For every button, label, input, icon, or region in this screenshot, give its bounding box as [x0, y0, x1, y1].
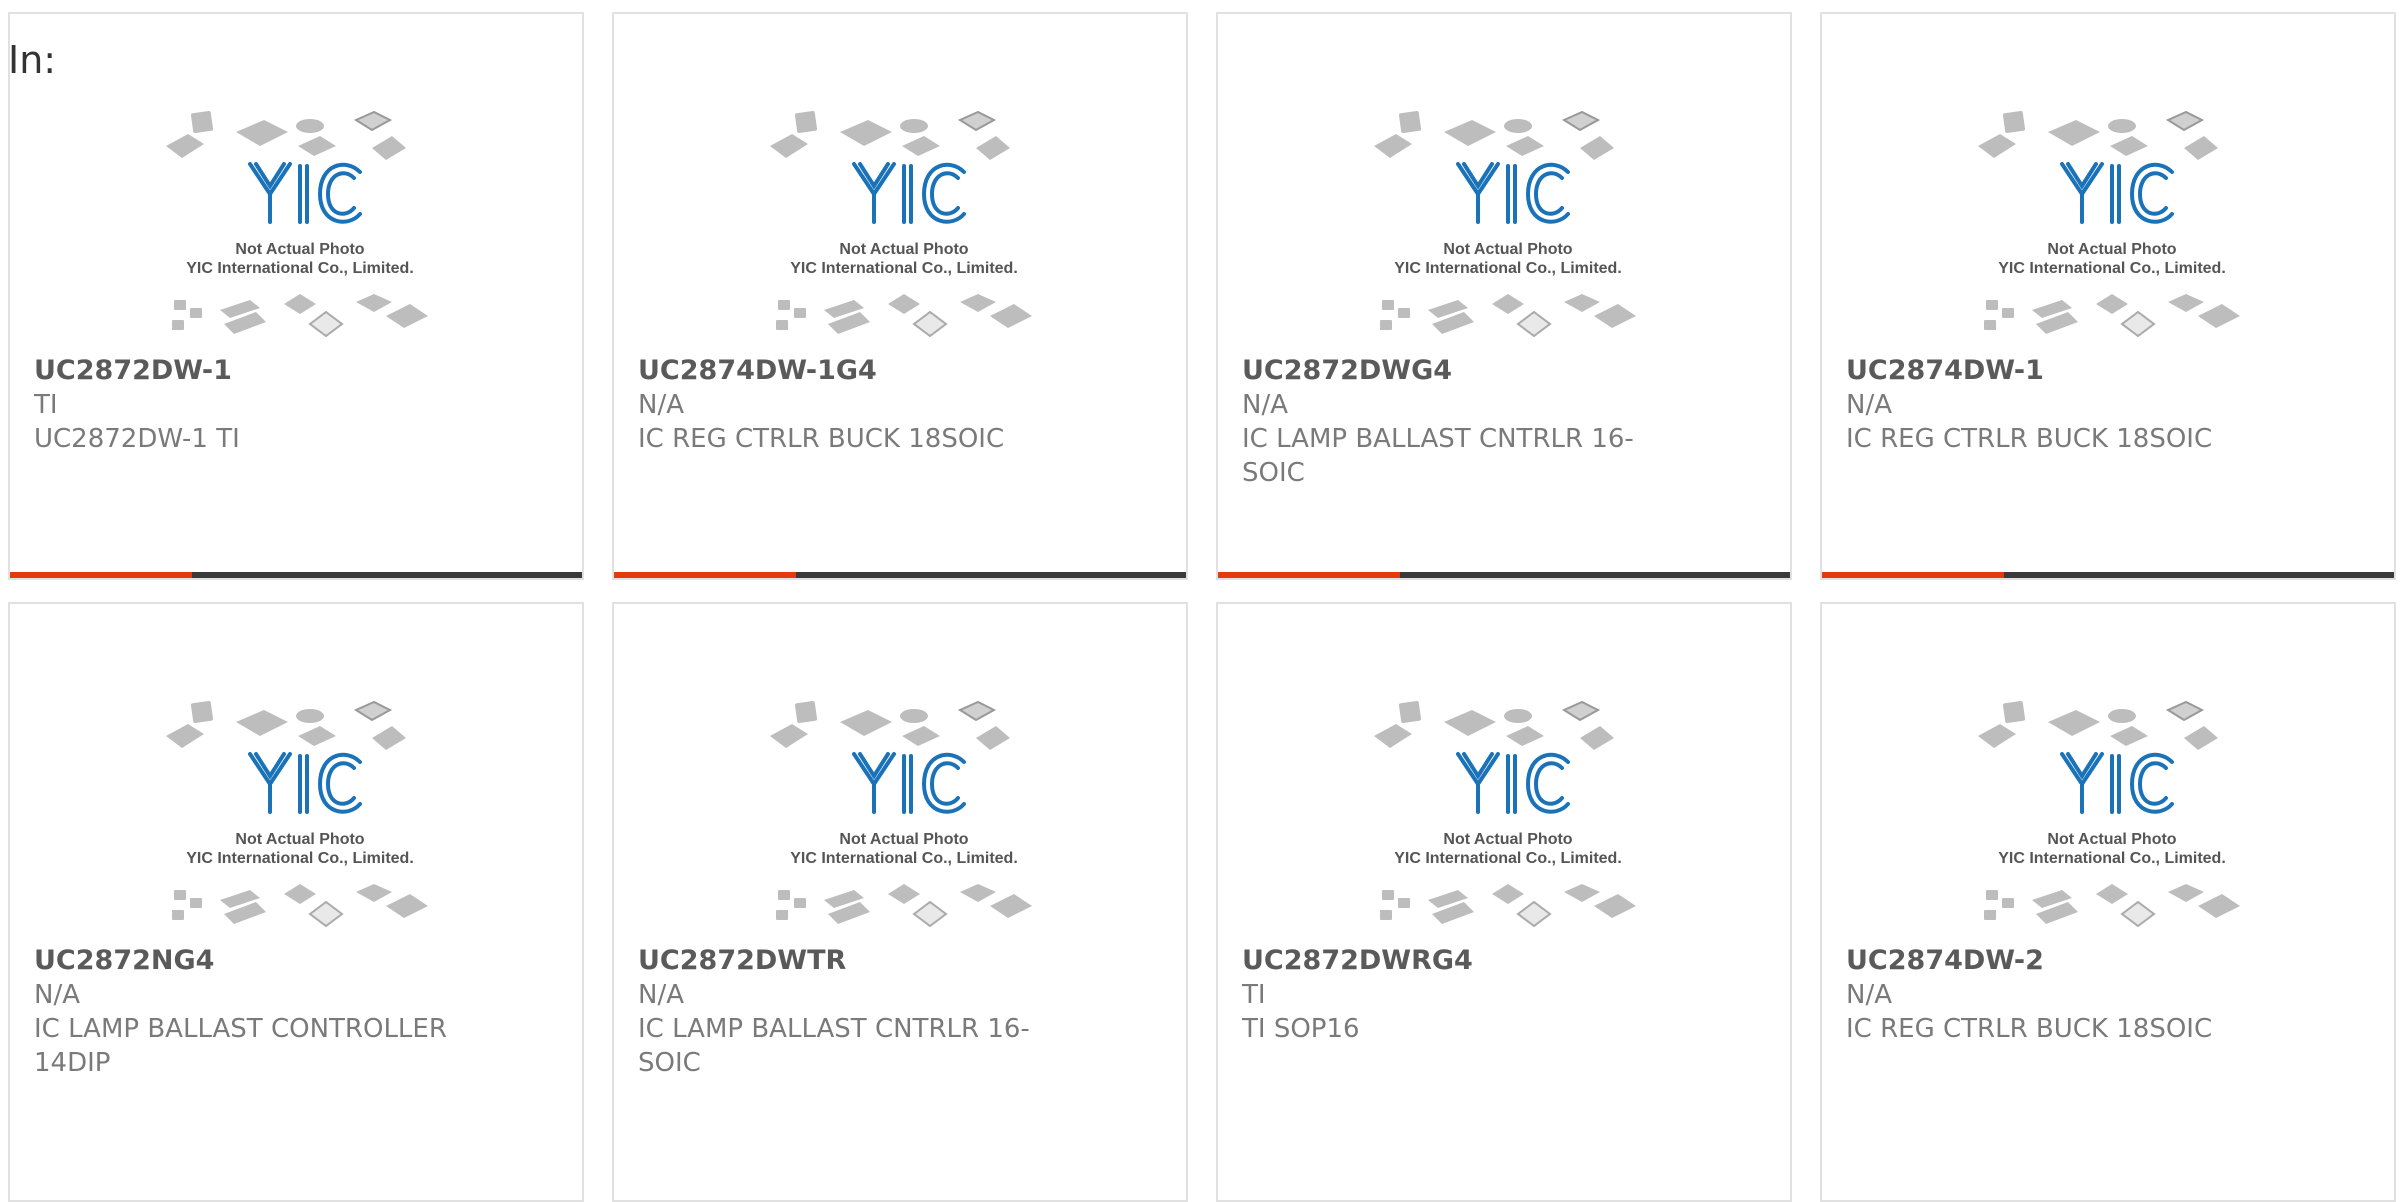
product-info: UC2874DW-2 N/A IC REG CTRLR BUCK 18SOIC — [1846, 944, 2266, 1046]
product-info: UC2872NG4 N/A IC LAMP BALLAST CONTROLLER… — [34, 944, 454, 1080]
manufacturer: TI — [1242, 980, 1266, 1010]
card-accent-bar — [10, 572, 192, 578]
product-image-placeholder[interactable]: Not Actual Photo YIC International Co., … — [160, 102, 440, 362]
placeholder-line2: YIC International Co., Limited. — [790, 260, 1018, 277]
placeholder-line2: YIC International Co., Limited. — [1998, 260, 2226, 277]
card-bottom-bar — [614, 572, 1186, 578]
product-image-placeholder[interactable]: Not Actual Photo YIC International Co., … — [764, 692, 1044, 952]
placeholder-line2: YIC International Co., Limited. — [1394, 260, 1622, 277]
product-info: UC2872DWG4 N/A IC LAMP BALLAST CNTRLR 16… — [1242, 354, 1662, 490]
part-number[interactable]: UC2872DWRG4 — [1242, 944, 1662, 978]
part-number[interactable]: UC2874DW-1G4 — [638, 354, 1058, 388]
placeholder-line1: Not Actual Photo — [1443, 241, 1572, 258]
placeholder-line1: Not Actual Photo — [2047, 241, 2176, 258]
placeholder-line1: Not Actual Photo — [235, 241, 364, 258]
card-bottom-bar — [1822, 572, 2394, 578]
placeholder-line2: YIC International Co., Limited. — [1394, 850, 1622, 867]
placeholder-line2: YIC International Co., Limited. — [790, 850, 1018, 867]
card-bottom-bar — [1218, 572, 1790, 578]
placeholder-line2: YIC International Co., Limited. — [186, 850, 414, 867]
product-card[interactable]: Not Actual Photo YIC International Co., … — [612, 12, 1188, 580]
product-info: UC2872DW-1 TI UC2872DW-1 TI — [34, 354, 454, 456]
description: IC LAMP BALLAST CNTRLR 16-SOIC — [638, 1014, 1030, 1078]
description: IC LAMP BALLAST CNTRLR 16-SOIC — [1242, 424, 1634, 488]
manufacturer: N/A — [638, 390, 684, 420]
manufacturer: N/A — [638, 980, 684, 1010]
product-image-placeholder[interactable]: Not Actual Photo YIC International Co., … — [160, 692, 440, 952]
product-card[interactable]: Not Actual Photo YIC International Co., … — [1216, 602, 1792, 1202]
product-image-placeholder[interactable]: Not Actual Photo YIC International Co., … — [764, 102, 1044, 362]
card-bottom-bar — [10, 572, 582, 578]
filter-label: In: — [8, 38, 57, 82]
product-card[interactable]: Not Actual Photo YIC International Co., … — [8, 602, 584, 1202]
product-card[interactable]: Not Actual Photo YIC International Co., … — [1216, 12, 1792, 580]
manufacturer: TI — [34, 390, 58, 420]
description: UC2872DW-1 TI — [34, 424, 240, 454]
part-number[interactable]: UC2874DW-2 — [1846, 944, 2266, 978]
manufacturer: N/A — [1846, 980, 1892, 1010]
manufacturer: N/A — [1846, 390, 1892, 420]
part-number[interactable]: UC2872NG4 — [34, 944, 454, 978]
product-image-placeholder[interactable]: Not Actual Photo YIC International Co., … — [1972, 692, 2252, 952]
manufacturer: N/A — [1242, 390, 1288, 420]
manufacturer: N/A — [34, 980, 80, 1010]
card-accent-bar — [614, 572, 796, 578]
product-info: UC2872DWTR N/A IC LAMP BALLAST CNTRLR 16… — [638, 944, 1058, 1080]
product-image-placeholder[interactable]: Not Actual Photo YIC International Co., … — [1368, 692, 1648, 952]
description: IC LAMP BALLAST CONTROLLER 14DIP — [34, 1014, 447, 1078]
placeholder-line1: Not Actual Photo — [2047, 831, 2176, 848]
description: TI SOP16 — [1242, 1014, 1360, 1044]
part-number[interactable]: UC2874DW-1 — [1846, 354, 2266, 388]
placeholder-line1: Not Actual Photo — [235, 831, 364, 848]
product-card[interactable]: Not Actual Photo YIC International Co., … — [8, 12, 584, 580]
card-accent-bar — [1822, 572, 2004, 578]
placeholder-line2: YIC International Co., Limited. — [1998, 850, 2226, 867]
description: IC REG CTRLR BUCK 18SOIC — [1846, 424, 2213, 454]
description: IC REG CTRLR BUCK 18SOIC — [638, 424, 1005, 454]
placeholder-line2: YIC International Co., Limited. — [186, 260, 414, 277]
product-card[interactable]: Not Actual Photo YIC International Co., … — [1820, 602, 2396, 1202]
part-number[interactable]: UC2872DWG4 — [1242, 354, 1662, 388]
placeholder-line1: Not Actual Photo — [839, 241, 968, 258]
placeholder-line1: Not Actual Photo — [1443, 831, 1572, 848]
product-image-placeholder[interactable]: Not Actual Photo YIC International Co., … — [1368, 102, 1648, 362]
part-number[interactable]: UC2872DW-1 — [34, 354, 454, 388]
product-info: UC2872DWRG4 TI TI SOP16 — [1242, 944, 1662, 1046]
product-grid: Not Actual Photo YIC International Co., … — [0, 0, 2400, 1202]
product-card[interactable]: Not Actual Photo YIC International Co., … — [1820, 12, 2396, 580]
description: IC REG CTRLR BUCK 18SOIC — [1846, 1014, 2213, 1044]
placeholder-line1: Not Actual Photo — [839, 831, 968, 848]
product-image-placeholder[interactable]: Not Actual Photo YIC International Co., … — [1972, 102, 2252, 362]
part-number[interactable]: UC2872DWTR — [638, 944, 1058, 978]
card-accent-bar — [1218, 572, 1400, 578]
product-info: UC2874DW-1 N/A IC REG CTRLR BUCK 18SOIC — [1846, 354, 2266, 456]
product-info: UC2874DW-1G4 N/A IC REG CTRLR BUCK 18SOI… — [638, 354, 1058, 456]
product-card[interactable]: Not Actual Photo YIC International Co., … — [612, 602, 1188, 1202]
